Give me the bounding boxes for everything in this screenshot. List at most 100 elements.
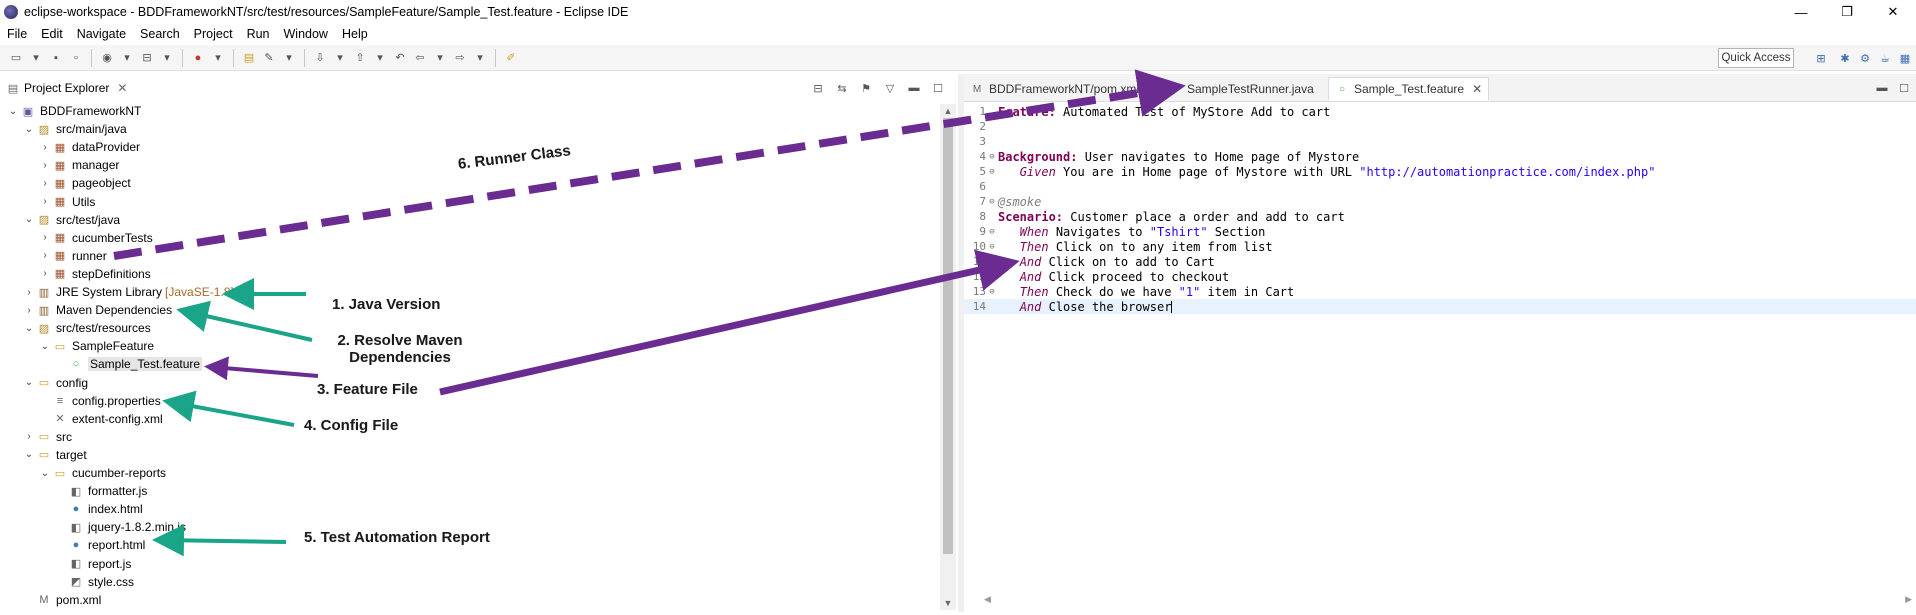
open-type-icon[interactable]: ▤ (241, 50, 257, 66)
tree-item[interactable]: › ▦ runner (38, 247, 106, 265)
tree-item[interactable]: ● report.html (54, 536, 146, 554)
maximize-view-icon[interactable]: ☐ (930, 80, 946, 96)
menu-help[interactable]: Help (335, 27, 375, 41)
chevron-down-icon[interactable]: ⌄ (22, 124, 36, 135)
view-menu-icon[interactable]: ▽ (882, 80, 898, 96)
tree-item[interactable]: ⌄ ▨ src/test/java (22, 211, 120, 229)
scroll-down-icon[interactable]: ▼ (940, 596, 956, 610)
chevron-right-icon[interactable]: › (38, 142, 52, 153)
tree-item[interactable]: › ▦ dataProvider (38, 138, 140, 156)
pin-editor-icon[interactable]: ✐ (503, 50, 519, 66)
editor-horizontal-scrollbar[interactable]: ◀ ▶ (984, 594, 1912, 608)
last-edit-icon[interactable]: ↶ (392, 50, 408, 66)
chevron-right-icon[interactable]: › (38, 160, 52, 171)
fold-toggle-icon[interactable]: ⊖ (986, 167, 998, 177)
scroll-up-icon[interactable]: ▲ (940, 104, 956, 118)
tree-item[interactable]: › ▥ JRE System Library [JavaSE-1.8] (22, 283, 233, 301)
tree-item[interactable]: ✕ extent-config.xml (38, 410, 162, 428)
fold-toggle-icon[interactable]: ⊖ (986, 272, 998, 282)
maximize-editor-icon[interactable]: ☐ (1898, 82, 1910, 95)
search-icon[interactable]: ✎ (261, 50, 277, 66)
user-icon[interactable]: ◉ (99, 50, 115, 66)
tree-item[interactable]: ◧ report.js (54, 555, 132, 573)
tree-item[interactable]: › ▦ cucumberTests (38, 229, 152, 247)
tree-item[interactable]: ⌄ ▭ config (22, 374, 88, 392)
tree-item[interactable]: › ▦ pageobject (38, 174, 130, 192)
explorer-scrollbar[interactable]: ▲ ▼ (940, 104, 956, 610)
menu-search[interactable]: Search (133, 27, 187, 41)
tree-item[interactable]: Mpom.xml (22, 591, 101, 609)
tree-item[interactable]: ⌄ ▨ src/test/resources (22, 319, 151, 337)
new-icon[interactable]: ▭ (8, 50, 24, 66)
tree-item[interactable]: › ▥ Maven Dependencies (22, 301, 172, 319)
tree-item[interactable]: ⌄ ▨ src/main/java (22, 120, 127, 138)
tree-item[interactable]: › ▦ manager (38, 156, 119, 174)
tree-item[interactable]: ◩ style.css (54, 573, 134, 591)
next-annotation-icon[interactable]: ⇩ (312, 50, 328, 66)
fold-toggle-icon[interactable]: ⊖ (986, 257, 998, 267)
project-explorer-tab[interactable]: ▤ Project Explorer ✕ (0, 74, 134, 102)
java-ee-perspective-icon[interactable]: ▦ (1896, 49, 1914, 67)
tree-item[interactable]: ⌄ ▭ cucumber-reports (38, 464, 166, 482)
dropdown-icon[interactable]: ▾ (372, 50, 388, 66)
build-icon[interactable]: ⊟ (139, 50, 155, 66)
quick-access-field[interactable]: Quick Access (1718, 48, 1794, 68)
dropdown-icon[interactable]: ▾ (281, 50, 297, 66)
java-perspective-icon[interactable]: ☕ (1876, 49, 1894, 67)
dropdown-icon[interactable]: ▾ (332, 50, 348, 66)
editor-tab[interactable]: J SampleTestRunner.java (1162, 77, 1320, 101)
dropdown-icon[interactable]: ▾ (210, 50, 226, 66)
tree-item[interactable]: ⌄ ▭ target (22, 446, 87, 464)
menu-file[interactable]: File (0, 27, 34, 41)
tree-item[interactable]: ⌄ ▭ SampleFeature (38, 337, 154, 355)
minimize-button[interactable]: — (1778, 0, 1824, 24)
dropdown-icon[interactable]: ▾ (119, 50, 135, 66)
chevron-right-icon[interactable]: › (38, 196, 52, 207)
minimize-editor-icon[interactable]: ▬ (1876, 82, 1888, 94)
tree-item[interactable]: › ▦ Utils (38, 193, 95, 211)
tree-item[interactable]: ◧ formatter.js (54, 482, 148, 500)
chevron-right-icon[interactable]: › (38, 268, 52, 279)
code-editor[interactable]: 1 Feature: Automated Test of MyStore Add … (964, 102, 1916, 582)
tree-item[interactable]: ≡ config.properties (38, 392, 161, 410)
tree-item[interactable]: › ▦ stepDefinitions (38, 265, 150, 283)
open-perspective-icon[interactable]: ⊞ (1812, 49, 1830, 67)
editor-tab[interactable]: ○ Sample_Test.feature ✕ (1328, 77, 1490, 101)
editor-tab[interactable]: M BDDFrameworkNT/pom.xml (964, 77, 1145, 101)
tree-item[interactable]: ⌄ ▣ BDDFrameworkNT (6, 102, 142, 120)
back-icon[interactable]: ⇦ (412, 50, 428, 66)
tree-item[interactable]: ◧ jquery-1.8.2.min.js (54, 518, 186, 536)
close-tab-icon[interactable]: ✕ (1472, 82, 1482, 96)
tree-item[interactable]: ○ Sample_Test.feature (54, 355, 203, 373)
debug-icon[interactable]: ● (190, 50, 206, 66)
menu-navigate[interactable]: Navigate (70, 27, 133, 41)
fold-toggle-icon[interactable]: ⊖ (986, 287, 998, 297)
debug-perspective-icon[interactable]: ✱ (1836, 49, 1854, 67)
minimize-view-icon[interactable]: ▬ (906, 80, 922, 96)
fold-toggle-icon[interactable]: ⊖ (986, 242, 998, 252)
dropdown-icon[interactable]: ▾ (28, 50, 44, 66)
chevron-down-icon[interactable]: ⌄ (22, 377, 36, 388)
chevron-down-icon[interactable]: ⌄ (38, 468, 52, 479)
tree-item[interactable]: › ▭ src (22, 428, 72, 446)
chevron-right-icon[interactable]: › (22, 287, 36, 298)
dropdown-icon[interactable]: ▾ (432, 50, 448, 66)
filter-icon[interactable]: ⚑ (858, 80, 874, 96)
fold-toggle-icon[interactable]: ⊖ (986, 227, 998, 237)
chevron-right-icon[interactable]: › (38, 232, 52, 243)
menu-project[interactable]: Project (187, 27, 240, 41)
chevron-down-icon[interactable]: ⌄ (6, 106, 20, 117)
menu-run[interactable]: Run (240, 27, 277, 41)
chevron-down-icon[interactable]: ⌄ (38, 341, 52, 352)
chevron-right-icon[interactable]: › (22, 305, 36, 316)
maximize-button[interactable]: ❐ (1824, 0, 1870, 24)
close-window-button[interactable]: ✕ (1870, 0, 1916, 24)
chevron-down-icon[interactable]: ⌄ (22, 323, 36, 334)
save-all-icon[interactable]: ▫ (68, 50, 84, 66)
chevron-right-icon[interactable]: › (38, 178, 52, 189)
forward-icon[interactable]: ⇨ (452, 50, 468, 66)
menu-edit[interactable]: Edit (34, 27, 70, 41)
menu-window[interactable]: Window (277, 27, 335, 41)
scroll-right-icon[interactable]: ▶ (1905, 594, 1912, 605)
chevron-right-icon[interactable]: › (22, 431, 36, 442)
